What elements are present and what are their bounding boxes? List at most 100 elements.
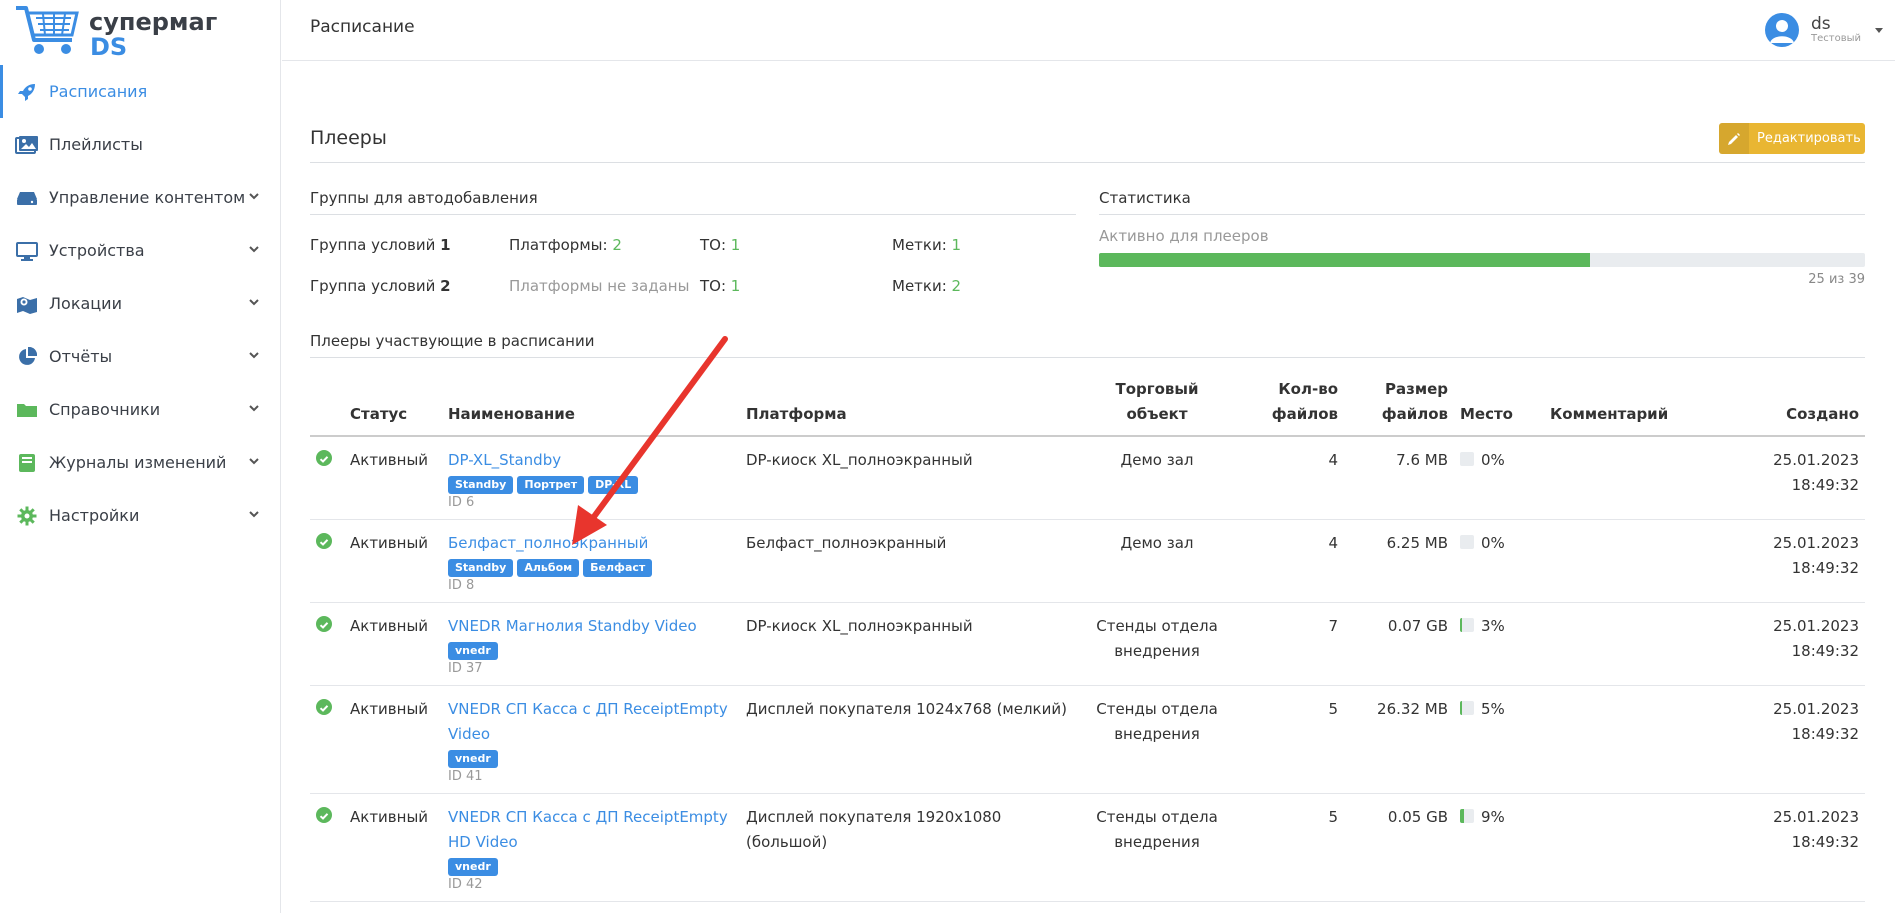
player-id: ID 41	[448, 769, 483, 784]
player-id: ID 6	[448, 495, 475, 510]
player-id: ID 37	[448, 661, 483, 676]
status-text: Активный	[344, 602, 442, 686]
table-row[interactable]: Активный VNEDR Магнолия Standby Video vned…	[310, 602, 1865, 686]
status-text: Активный	[344, 436, 442, 520]
player-link[interactable]: VNEDR Магнолия Standby Video	[448, 614, 734, 639]
player-link[interactable]: VNEDR СП Касса с ДП ReceiptEmpty Video	[448, 697, 734, 747]
status-text: Активный	[344, 793, 442, 902]
place-value: 5%	[1481, 700, 1505, 718]
tag-badge[interactable]: Standby	[448, 559, 514, 577]
object-cell: Демо зал	[1080, 519, 1234, 603]
files-cell: 4	[1234, 519, 1344, 603]
tags-label: Метки:	[892, 236, 952, 254]
table-row[interactable]: Активный DP-XL_Standby Standby Портрет DP-XL…	[310, 436, 1865, 520]
groups-title: Группы для автодобавления	[310, 189, 538, 207]
cart-logo-icon	[16, 6, 79, 54]
tags: vnedr	[448, 856, 734, 876]
place-cell: 0%	[1454, 519, 1544, 603]
comment-cell	[1544, 602, 1724, 686]
files-cell: 4	[1234, 436, 1344, 520]
tag-badge[interactable]: vnedr	[448, 750, 498, 768]
platform-cell: Дисплей покупателя 1024x768 (мелкий)	[740, 685, 1080, 794]
player-link[interactable]: Белфаст_полноэкранный	[448, 531, 734, 556]
col-platform[interactable]: Платформа	[740, 371, 1080, 437]
col-place[interactable]: Место	[1454, 371, 1544, 437]
col-files[interactable]: Кол-во файлов	[1234, 371, 1344, 437]
user-role: Тестовый	[1811, 33, 1861, 44]
check-circle-icon	[316, 533, 332, 549]
to-value: 1	[730, 277, 741, 295]
sidebar-item-label: Локации	[49, 294, 122, 313]
check-circle-icon	[316, 699, 332, 715]
edit-button[interactable]: Редактировать	[1719, 123, 1865, 154]
table-row[interactable]: Активный VNEDR СП Касса с ДП ReceiptEmpty…	[310, 685, 1865, 794]
avatar	[1765, 13, 1799, 47]
check-circle-icon	[316, 807, 332, 823]
tag-badge[interactable]: Портрет	[517, 476, 585, 494]
chevron-down-icon	[249, 246, 259, 253]
size-cell: 0.07 GB	[1344, 602, 1454, 686]
edit-button-label: Редактировать	[1757, 131, 1861, 146]
comment-cell	[1544, 793, 1724, 902]
created-cell: 25.01.2023 18:49:32	[1724, 602, 1865, 686]
player-link[interactable]: DP-XL_Standby	[448, 448, 734, 473]
name-cell: VNEDR Магнолия Standby Video vnedr ID 37	[442, 602, 740, 686]
player-link[interactable]: VNEDR СП Касса с ДП ReceiptEmpty HD Vide…	[448, 805, 734, 855]
col-name[interactable]: Наименование	[442, 371, 740, 437]
sidebar-item-playlists[interactable]: Плейлисты	[0, 118, 281, 171]
tag-badge[interactable]: vnedr	[448, 858, 498, 876]
platforms-label: Платформы не заданы	[509, 277, 690, 295]
tag-badge[interactable]: Белфаст	[583, 559, 653, 577]
created-date: 25.01.2023	[1773, 534, 1859, 552]
place-cell: 9%	[1454, 793, 1544, 902]
pencil-icon	[1719, 123, 1749, 154]
to-label: ТО:	[700, 236, 731, 254]
sidebar-item-schedules[interactable]: Расписания	[0, 65, 281, 118]
status-text: Активный	[344, 685, 442, 794]
comment-cell	[1544, 519, 1724, 603]
files-cell: 5	[1234, 793, 1344, 902]
map-icon	[14, 293, 40, 315]
created-time: 18:49:32	[1791, 725, 1859, 743]
table-row[interactable]: Активный VNEDR СП Касса с ДП ReceiptEmpty…	[310, 793, 1865, 902]
monitor-icon	[14, 240, 40, 262]
status-text: Активный	[344, 519, 442, 603]
sidebar-item-directories[interactable]: Справочники	[0, 383, 281, 436]
sidebar-item-devices[interactable]: Устройства	[0, 224, 281, 277]
players-table: Статус Наименование Платформа Торговый о…	[310, 371, 1865, 902]
group-name: Группа условий	[310, 236, 441, 254]
tag-badge[interactable]: Альбом	[517, 559, 580, 577]
logo-title: супермаг	[89, 8, 218, 36]
table-header: Статус Наименование Платформа Торговый о…	[310, 371, 1865, 437]
col-object[interactable]: Торговый объект	[1080, 371, 1234, 437]
created-cell: 25.01.2023 18:49:32	[1724, 685, 1865, 794]
to-label: ТО:	[700, 277, 731, 295]
rocket-icon	[14, 81, 40, 103]
user-name: ds	[1811, 14, 1831, 34]
sidebar-item-label: Журналы изменений	[49, 453, 227, 472]
sidebar-item-content[interactable]: Управление контентом	[0, 171, 281, 224]
logo[interactable]: супермаг DS	[14, 4, 234, 61]
sidebar-item-settings[interactable]: Настройки	[0, 489, 281, 542]
check-circle-icon	[316, 450, 332, 466]
created-time: 18:49:32	[1791, 559, 1859, 577]
col-size[interactable]: Размер файлов	[1344, 371, 1454, 437]
divider	[310, 357, 1865, 358]
user-menu[interactable]: ds Тестовый	[1765, 10, 1883, 50]
col-status[interactable]: Статус	[344, 371, 442, 437]
tag-badge[interactable]: Standby	[448, 476, 514, 494]
top-bar: Расписание ds Тестовый	[282, 0, 1895, 61]
chevron-down-icon	[249, 405, 259, 412]
tag-badge[interactable]: vnedr	[448, 642, 498, 660]
col-comment[interactable]: Комментарий	[1544, 371, 1724, 437]
sidebar-item-locations[interactable]: Локации	[0, 277, 281, 330]
place-value: 9%	[1481, 808, 1505, 826]
sidebar-item-changelogs[interactable]: Журналы изменений	[0, 436, 281, 489]
images-icon	[14, 134, 40, 156]
tag-badge[interactable]: DP-XL	[588, 476, 639, 494]
table-row[interactable]: Активный Белфаст_полноэкранный Standby Альб…	[310, 519, 1865, 603]
progress-text: 25 из 39	[1808, 272, 1865, 287]
tags: vnedr	[448, 748, 734, 768]
col-created[interactable]: Создано	[1724, 371, 1865, 437]
sidebar-item-reports[interactable]: Отчёты	[0, 330, 281, 383]
